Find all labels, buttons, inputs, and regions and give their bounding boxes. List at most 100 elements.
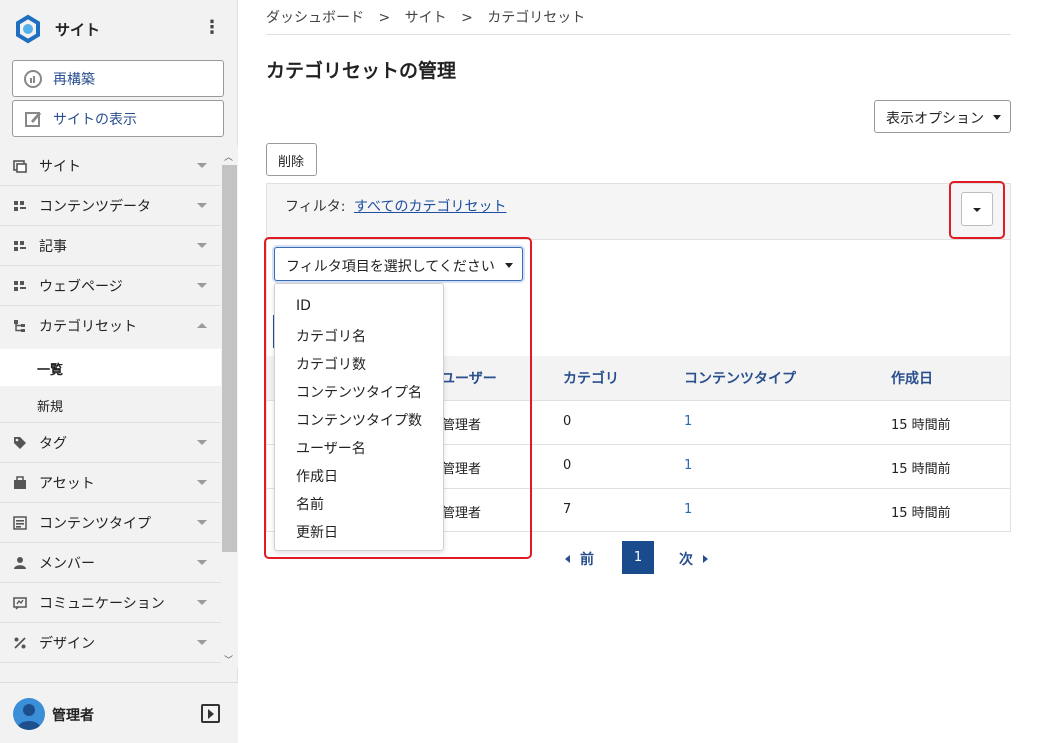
highlight-frame-toggle [949,181,1005,239]
sidebar-item-content-data[interactable]: コンテンツデータ [0,186,221,226]
sidebar-item-label: 記事 [39,239,67,255]
user-avatar-icon [17,704,41,730]
breadcrumb-dashboard[interactable]: ダッシュボード [266,10,364,26]
scroll-up-icon[interactable]: ︿ [224,150,233,163]
sidebar-item-asset[interactable]: アセット [0,463,221,503]
webpage-icon [14,281,26,291]
communication-icon [13,597,27,610]
sidebar-subitem-label: 一覧 [37,363,64,378]
edit-icon [25,112,41,127]
sidebar-scrollbar-thumb[interactable] [222,165,237,552]
chevron-left-icon [565,555,570,563]
breadcrumb: ダッシュボード > サイト > カテゴリセット [266,7,595,27]
sidebar-item-label: コンテンツタイプ [39,516,151,532]
site-icon [13,160,27,173]
pagination-current-page[interactable]: 1 [622,541,654,574]
chevron-down-icon [197,163,207,168]
pagination-prev[interactable]: 前 [565,549,594,569]
breadcrumb-separator: > [378,10,391,26]
sidebar-item-label: タグ [39,436,67,452]
sidebar-item-label: サイト [39,159,81,175]
view-site-button[interactable]: サイトの表示 [12,100,224,137]
sidebar-item-label: ウェブページ [39,279,123,295]
cell-created: 15 時間前 [891,462,951,477]
cell-content-type-count[interactable]: 1 [684,458,692,473]
chevron-down-icon [197,560,207,565]
avatar[interactable] [13,698,45,730]
sidebar-item-webpage[interactable]: ウェブページ [0,266,221,306]
member-icon [14,557,26,569]
column-header-created[interactable]: 作成日 [891,368,933,388]
sidebar-item-label: アセット [39,476,95,492]
movable-type-logo-icon [16,14,40,44]
site-menu-kebab-icon[interactable]: ⋮ [203,16,221,40]
sidebar-item-entry[interactable]: 記事 [0,226,221,266]
sidebar-item-category-set[interactable]: カテゴリセット [0,306,221,346]
column-header-category[interactable]: カテゴリ [563,368,619,388]
chevron-down-icon [197,440,207,445]
chevron-down-icon [197,640,207,645]
chevron-down-icon [197,480,207,485]
page-title: カテゴリセットの管理 [266,60,457,82]
rebuild-icon [24,70,42,88]
filter-label: フィルタ: [285,199,346,215]
display-options-label: 表示オプション [886,111,984,127]
chevron-up-icon [197,323,207,328]
delete-button[interactable]: 削除 [266,143,317,176]
chevron-down-icon [197,203,207,208]
breadcrumb-separator: > [461,10,473,26]
entry-icon [14,241,26,251]
sidebar-item-label: コミュニケーション [39,596,165,612]
pagination-prev-label: 前 [580,552,594,568]
chevron-down-icon [197,283,207,288]
filter-bar: フィルタ: すべてのカテゴリセット [266,183,1011,240]
column-header-content-type[interactable]: コンテンツタイプ [684,368,796,388]
display-options-button[interactable]: 表示オプション [874,100,1011,133]
user-bar: 管理者 [0,682,238,743]
sidebar-item-label: メンバー [39,556,95,572]
sidebar-item-content-type[interactable]: コンテンツタイプ [0,503,221,543]
cell-created: 15 時間前 [891,506,951,521]
sidebar-item-label: カテゴリセット [39,319,137,335]
scroll-down-icon[interactable]: ﹀ [224,653,233,666]
site-name: サイト [55,21,101,39]
tag-icon [14,437,26,449]
sidebar-nav: サイト コンテンツデータ 記事 ウェブページ カテゴリセット 一覧 新規 タグ … [0,146,221,668]
cell-category-count: 7 [563,502,572,517]
pagination-next[interactable]: 次 [679,549,708,569]
sidebar-item-member[interactable]: メンバー [0,543,221,583]
sidebar-subitem-label: 新規 [37,400,64,415]
sidebar-item-label: デザイン [39,636,95,652]
sidebar-subitem-new[interactable]: 新規 [0,386,221,423]
design-icon [14,637,26,649]
collapse-sidebar-icon[interactable] [201,704,220,723]
rebuild-button[interactable]: 再構築 [12,60,224,97]
cell-created: 15 時間前 [891,418,951,433]
breadcrumb-category-set: カテゴリセット [487,10,586,26]
pagination-next-label: 次 [679,552,693,568]
chevron-right-icon [703,555,708,563]
sidebar-item-communication[interactable]: コミュニケーション [0,583,221,623]
delete-label: 削除 [278,155,305,170]
sidebar-item-tag[interactable]: タグ [0,423,221,463]
sidebar-subitem-list[interactable]: 一覧 [0,349,221,386]
sidebar-item-label: コンテンツデータ [39,199,151,215]
chevron-down-icon [197,243,207,248]
cell-content-type-count[interactable]: 1 [684,502,692,517]
sidebar: サイト ⋮ 再構築 サイトの表示 サイト コンテンツデータ 記事 ウェブページ … [0,0,238,743]
cell-content-type-count[interactable]: 1 [684,414,692,429]
chevron-down-icon [197,520,207,525]
rebuild-label: 再構築 [53,72,95,88]
view-site-label: サイトの表示 [53,112,137,128]
chevron-down-icon [197,600,207,605]
cell-category-count: 0 [563,458,572,473]
breadcrumb-divider [266,34,1011,35]
sidebar-item-design[interactable]: デザイン [0,623,221,663]
sidebar-item-site[interactable]: サイト [0,146,221,186]
filter-all-link[interactable]: すべてのカテゴリセット [354,196,506,216]
content-type-icon [13,516,27,530]
site-header: サイト ⋮ [0,0,238,58]
cell-category-count: 0 [563,414,572,429]
breadcrumb-site[interactable]: サイト [405,10,447,26]
user-name: 管理者 [52,708,94,724]
